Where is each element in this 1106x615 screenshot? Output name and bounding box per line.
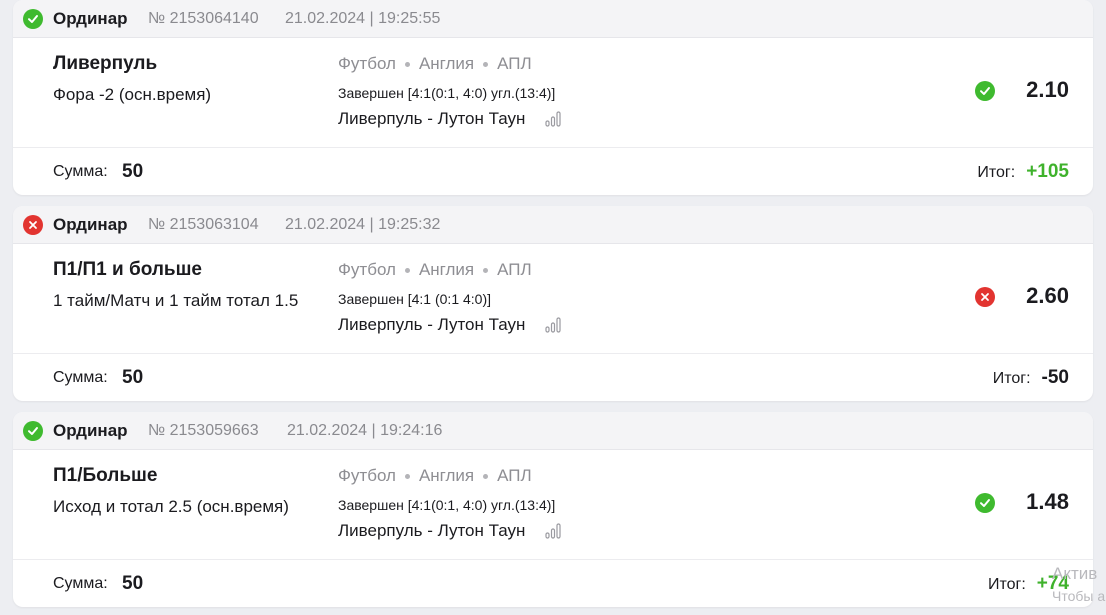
bet-footer: Сумма: 50 Итог: +74 [13, 560, 1093, 607]
bet-body: П1/Больше Исход и тотал 2.5 (осн.время) … [13, 450, 1093, 560]
stake-label: Сумма: [53, 163, 108, 180]
bet-footer: Сумма: 50 Итог: -50 [13, 354, 1093, 401]
bet-number: № 2153064140 [148, 9, 259, 27]
bet-number: № 2153063104 [148, 215, 259, 233]
event-category: Футбол Англия АПЛ [338, 466, 532, 486]
event-teams[interactable]: Ливерпуль - Лутон Таун [338, 521, 562, 541]
bet-card: Ординар № 2153064140 21.02.2024 | 19:25:… [13, 0, 1093, 195]
market-title: Ливерпуль [53, 53, 158, 74]
bet-type: Ординар [53, 8, 128, 28]
selection-text: Исход и тотал 2.5 (осн.время) [53, 497, 289, 516]
teams-label[interactable]: Ливерпуль - Лутон Таун [338, 521, 525, 541]
stake-label: Сумма: [53, 575, 108, 592]
total-label: Итог: [987, 576, 1026, 593]
teams-label[interactable]: Ливерпуль - Лутон Таун [338, 315, 525, 335]
bet-header: Ординар № 2153064140 21.02.2024 | 19:25:… [13, 0, 1093, 38]
stats-bars-icon[interactable] [545, 317, 562, 333]
match-result: Завершен [4:1(0:1, 4:0) угл.(13:4)] [338, 497, 556, 513]
bet-card: Ординар № 2153059663 21.02.2024 | 19:24:… [13, 412, 1093, 607]
total-value: -50 [1041, 367, 1069, 388]
total-label: Итог: [992, 370, 1031, 387]
league-label: АПЛ [497, 260, 532, 279]
sport-label: Футбол [338, 466, 396, 485]
watermark-line-2: Чтобы а [1052, 588, 1106, 604]
bet-number: № 2153059663 [148, 421, 259, 439]
check-circle-icon [23, 421, 43, 441]
windows-activation-watermark: Актив Чтобы а [1052, 562, 1105, 608]
check-circle-icon [975, 493, 995, 513]
total-value: +105 [1026, 161, 1069, 182]
sport-label: Футбол [338, 54, 396, 73]
country-label: Англия [418, 260, 475, 279]
bet-datetime: 21.02.2024 | 19:25:32 [285, 215, 441, 233]
total: Итог: +105 [977, 161, 1069, 183]
country-label: Англия [418, 466, 475, 485]
match-result: Завершен [4:1(0:1, 4:0) угл.(13:4)] [338, 85, 556, 101]
bet-card: Ординар № 2153063104 21.02.2024 | 19:25:… [13, 206, 1093, 401]
stake-value: 50 [122, 573, 144, 594]
cross-circle-icon [23, 215, 43, 235]
bet-body: Ливерпуль Фора -2 (осн.время) Футбол Анг… [13, 38, 1093, 148]
bet-header: Ординар № 2153063104 21.02.2024 | 19:25:… [13, 206, 1093, 244]
market-title: П1/П1 и больше [53, 259, 202, 280]
event-category: Футбол Англия АПЛ [338, 260, 532, 280]
total: Итог: -50 [993, 367, 1069, 389]
check-circle-icon [975, 81, 995, 101]
odds-value: 2.10 [1026, 77, 1069, 102]
bet-header: Ординар № 2153059663 21.02.2024 | 19:24:… [13, 412, 1093, 450]
watermark-line-1: Актив [1052, 564, 1098, 583]
odds-value: 1.48 [1026, 489, 1069, 514]
teams-label[interactable]: Ливерпуль - Лутон Таун [338, 109, 525, 129]
bet-type: Ординар [53, 214, 128, 234]
selection-text: 1 тайм/Матч и 1 тайм тотал 1.5 [53, 291, 299, 310]
league-label: АПЛ [497, 466, 532, 485]
event-teams[interactable]: Ливерпуль - Лутон Таун [338, 315, 562, 335]
event-teams[interactable]: Ливерпуль - Лутон Таун [338, 109, 562, 129]
market-title: П1/Больше [53, 465, 158, 486]
stats-bars-icon[interactable] [545, 111, 562, 127]
selection-text: Фора -2 (осн.время) [53, 85, 212, 104]
league-label: АПЛ [497, 54, 532, 73]
bet-type: Ординар [53, 420, 128, 440]
bet-datetime: 21.02.2024 | 19:24:16 [287, 421, 443, 439]
match-result: Завершен [4:1 (0:1 4:0)] [338, 291, 492, 307]
country-label: Англия [418, 54, 475, 73]
odds-value: 2.60 [1026, 283, 1069, 308]
total-label: Итог: [977, 164, 1016, 181]
stake-label: Сумма: [53, 369, 108, 386]
check-circle-icon [23, 9, 43, 29]
sport-label: Футбол [338, 260, 396, 279]
cross-circle-icon [975, 287, 995, 307]
event-category: Футбол Англия АПЛ [338, 54, 532, 74]
stats-bars-icon[interactable] [545, 523, 562, 539]
bet-body: П1/П1 и больше 1 тайм/Матч и 1 тайм тота… [13, 244, 1093, 354]
bet-datetime: 21.02.2024 | 19:25:55 [285, 9, 441, 27]
bet-footer: Сумма: 50 Итог: +105 [13, 148, 1093, 195]
stake-value: 50 [122, 367, 144, 388]
stake-value: 50 [122, 161, 144, 182]
